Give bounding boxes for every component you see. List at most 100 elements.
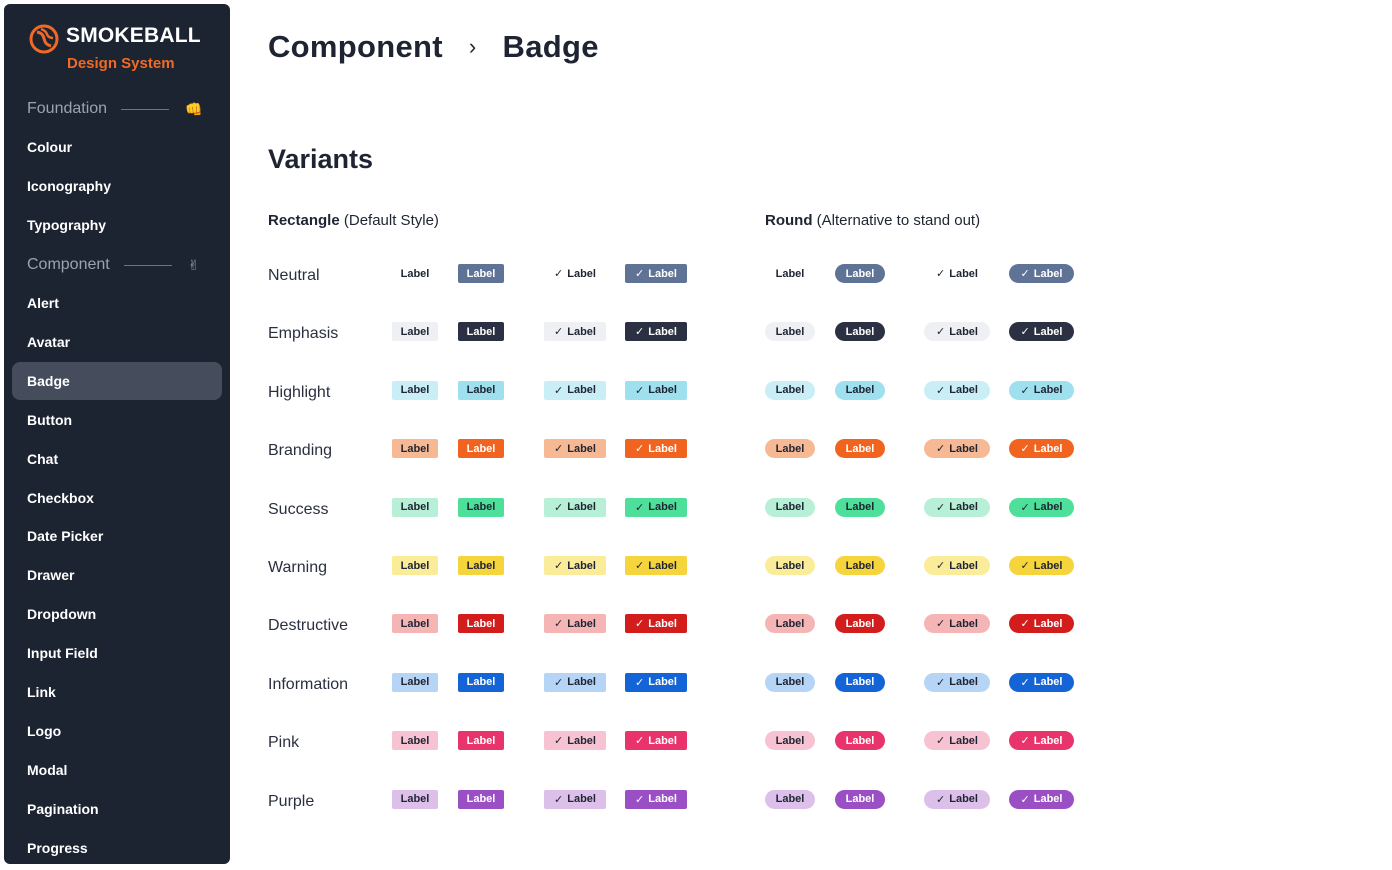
sidebar-item-alert[interactable]: Alert — [12, 284, 222, 322]
check-icon: ✓ — [1020, 268, 1030, 280]
badge-pink-rect-subtle: Label — [392, 731, 438, 751]
badge-label: Label — [949, 442, 978, 455]
badge-label: Label — [466, 676, 496, 689]
badge-success-round-strong-check: ✓ Label — [1009, 497, 1074, 517]
check-icon: ✓ — [635, 676, 645, 689]
badge-emphasis-round-strong-check: ✓ Label — [1009, 322, 1074, 342]
badge-destructive-round-subtle: Label — [765, 614, 815, 634]
badge-label: Label — [845, 442, 875, 455]
sidebar-item-dropdown[interactable]: Dropdown — [12, 595, 222, 633]
badge-highlight-rect-subtle-check: ✓ Label — [544, 380, 606, 400]
check-icon: ✓ — [554, 793, 564, 806]
sidebar-item-drawer[interactable]: Drawer — [12, 556, 222, 594]
badge-label: Label — [845, 325, 875, 338]
badge-information-round-subtle-check: ✓ Label — [924, 672, 990, 692]
sidebar-item-button[interactable]: Button — [12, 401, 222, 439]
sidebar-item-badge[interactable]: Badge — [12, 361, 222, 400]
badge-destructive-round-strong-check: ✓ Label — [1009, 614, 1074, 634]
badge-emphasis-round-subtle: Label — [765, 322, 815, 342]
badge-neutral-round-strong-check: ✓ Label — [1009, 264, 1074, 283]
badge-emphasis-round-strong: Label — [835, 322, 885, 342]
badge-pink-rect-subtle-check: ✓ Label — [544, 731, 606, 751]
badge-neutral-round-subtle-check: ✓ Label — [924, 264, 990, 283]
sidebar-item-chat[interactable]: Chat — [12, 440, 222, 478]
badge-pink-round-subtle-check: ✓ Label — [924, 731, 990, 751]
badge-success-round-strong: Label — [835, 497, 885, 517]
badge-label: Label — [1033, 267, 1063, 280]
smokeball-logo-icon — [29, 24, 59, 54]
badge-information-round-strong-check: ✓ Label — [1009, 672, 1074, 692]
sidebar-item-progress[interactable]: Progress — [12, 829, 222, 864]
rectangle-column-title: Rectangle (Default Style) — [268, 212, 439, 229]
badge-purple-round-subtle-check: ✓ Label — [924, 789, 990, 809]
badge-destructive-round-strong: Label — [835, 614, 885, 634]
sidebar-item-typography[interactable]: Typography — [12, 206, 222, 244]
badge-warning-round-strong-check: ✓ Label — [1009, 556, 1074, 575]
badge-label: Label — [567, 734, 596, 747]
check-icon: ✓ — [936, 735, 946, 748]
badge-branding-rect-strong-check: ✓ Label — [625, 439, 687, 459]
check-icon: ✓ — [635, 443, 645, 456]
badge-label: Label — [400, 734, 430, 747]
badge-pink-round-strong-check: ✓ Label — [1009, 731, 1074, 751]
badge-label: Label — [400, 559, 430, 572]
sidebar-item-input-field[interactable]: Input Field — [12, 634, 222, 672]
check-icon: ✓ — [1020, 676, 1030, 689]
sidebar-item-iconography[interactable]: Iconography — [12, 167, 222, 205]
sidebar-item-avatar[interactable]: Avatar — [12, 323, 222, 361]
breadcrumb-parent[interactable]: Component — [268, 29, 443, 65]
badge-pink-round-strong: Label — [835, 731, 885, 751]
check-icon: ✓ — [1020, 618, 1030, 631]
badge-label: Label — [1033, 676, 1063, 689]
sidebar-item-date-picker[interactable]: Date Picker — [12, 517, 222, 555]
badge-label: Label — [567, 793, 596, 806]
badge-neutral-rect-strong: Label — [458, 264, 504, 283]
badge-highlight-rect-strong: Label — [458, 380, 504, 400]
sidebar-item-modal[interactable]: Modal — [12, 751, 222, 789]
sidebar-item-pagination[interactable]: Pagination — [12, 790, 222, 828]
badge-neutral-rect-subtle: Label — [392, 264, 438, 283]
breadcrumb-current: Badge — [502, 29, 599, 64]
check-icon: ✓ — [635, 735, 645, 748]
badge-label: Label — [775, 617, 805, 630]
badge-label: Label — [567, 325, 596, 338]
check-icon: ✓ — [554, 676, 564, 689]
badge-neutral-round-subtle: Label — [765, 264, 815, 283]
variant-row-label: Information — [268, 675, 349, 693]
check-icon: ✓ — [635, 501, 645, 514]
sidebar-item-checkbox[interactable]: Checkbox — [12, 479, 222, 517]
badge-branding-round-strong-check: ✓ Label — [1009, 439, 1074, 459]
badge-label: Label — [567, 501, 596, 514]
badge-label: Label — [466, 325, 496, 338]
badge-label: Label — [775, 501, 805, 514]
variant-row-label: Pink — [268, 734, 300, 752]
badge-label: Label — [648, 442, 677, 455]
badge-information-rect-subtle-check: ✓ Label — [544, 672, 606, 692]
divider — [123, 264, 172, 266]
badge-warning-rect-subtle: Label — [392, 556, 438, 575]
check-icon: ✓ — [1020, 384, 1030, 397]
check-icon: ✓ — [1020, 560, 1030, 572]
badge-label: Label — [400, 384, 430, 397]
variant-row-label: Warning — [268, 559, 327, 576]
check-icon: ✓ — [635, 268, 645, 280]
badge-label: Label — [949, 793, 978, 806]
badge-label: Label — [949, 734, 978, 747]
section-title: Variants — [268, 144, 374, 174]
nav-section-header: Component ✌ — [27, 253, 217, 277]
badge-success-round-subtle: Label — [765, 497, 815, 517]
sidebar-item-link[interactable]: Link — [12, 673, 222, 711]
variant-row-label: Purple — [268, 792, 315, 810]
badge-branding-round-subtle: Label — [765, 439, 815, 459]
sidebar-item-logo[interactable]: Logo — [12, 712, 222, 750]
badge-label: Label — [775, 442, 805, 455]
badge-highlight-round-subtle: Label — [765, 380, 815, 400]
badge-branding-rect-subtle-check: ✓ Label — [544, 439, 606, 459]
badge-label: Label — [775, 384, 805, 397]
badge-success-rect-subtle: Label — [392, 497, 438, 517]
sidebar-item-colour[interactable]: Colour — [12, 128, 222, 166]
brand-logo[interactable]: SMOKEBALL Design System — [28, 22, 228, 82]
badge-label: Label — [949, 676, 978, 689]
badge-label: Label — [400, 501, 430, 514]
badge-purple-round-strong-check: ✓ Label — [1009, 789, 1074, 809]
